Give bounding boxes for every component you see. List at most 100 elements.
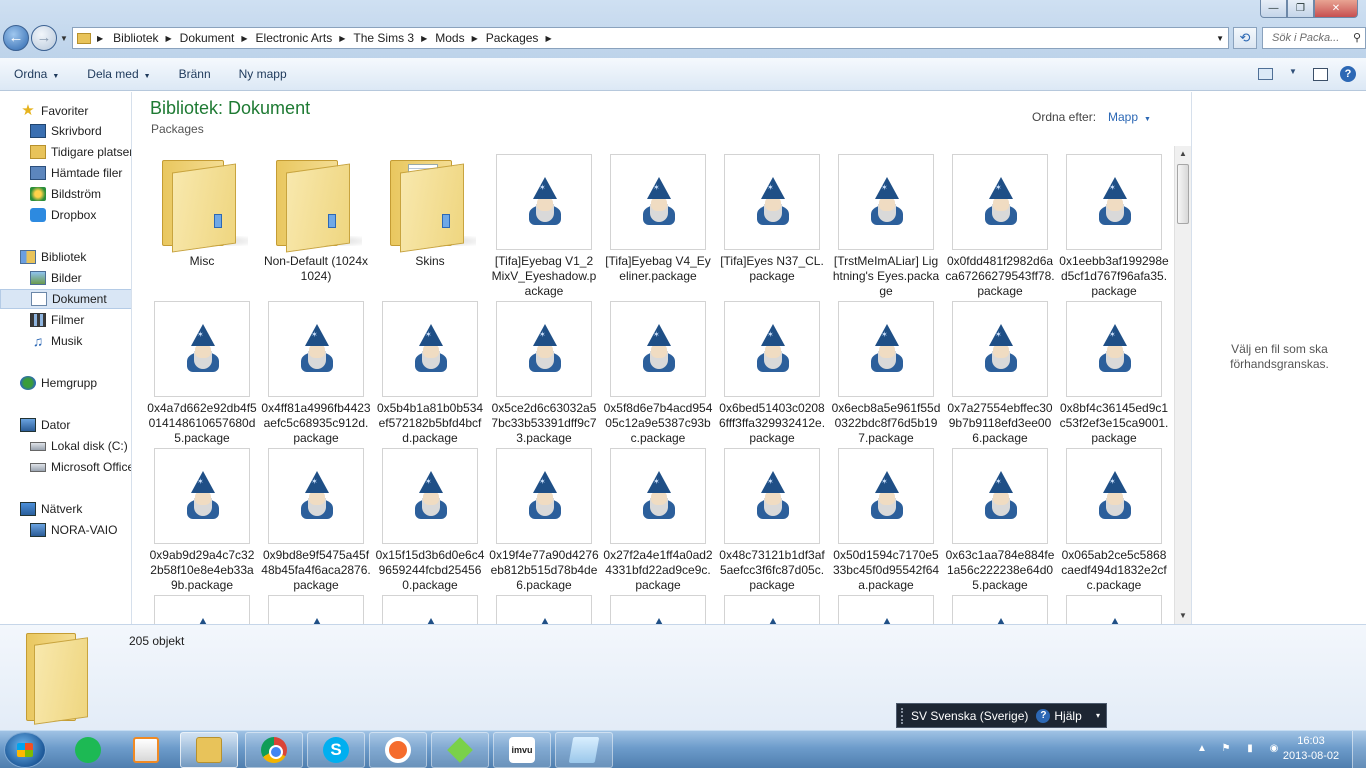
minimize-button[interactable]: — [1260,0,1287,18]
arrange-by-dropdown[interactable]: Mapp ▼ [1108,110,1151,124]
file-item[interactable]: ✶ 0x63c1aa784e884fe1a56c222238e64d05.pack… [945,446,1055,593]
file-item[interactable]: ✶ 0x7a27554ebffec309b7b9118efd3ee006.pack… [945,299,1055,446]
chevron-right-icon[interactable]: ▶ [545,34,551,43]
share-button[interactable]: Dela med ▼ [73,67,164,81]
nav-item-desktop[interactable]: Skrivbord [0,121,131,141]
file-item[interactable]: ✶ [Tifa]Eyebag V4_Eyeliner.package [603,152,713,284]
chevron-right-icon[interactable]: ▶ [472,34,478,43]
organize-button[interactable]: Ordna ▼ [0,67,73,81]
folder-item[interactable]: Misc [147,152,257,269]
file-item[interactable]: ✶ [489,593,599,624]
nav-favorites[interactable]: ★ Favoriter [0,101,131,121]
imvu-icon[interactable]: imvu [493,732,551,768]
chevron-right-icon[interactable]: ▶ [97,34,103,43]
file-item[interactable]: ✶ 0x8bf4c36145ed9c1c53f2ef3e15ca9001.pack… [1059,299,1169,446]
close-button[interactable]: ✕ [1314,0,1358,18]
file-item[interactable]: ✶ 0x065ab2ce5c5868caedf494d1832e2cfc.pack… [1059,446,1169,593]
nav-homegroup[interactable]: Hemgrupp [0,373,131,393]
chevron-right-icon[interactable]: ▶ [166,34,172,43]
file-item[interactable]: ✶ [717,593,827,624]
file-item[interactable]: ✶ 0x15f15d3b6d0e6c49659244fcbd254560.pack… [375,446,485,593]
show-hidden-icons-icon[interactable]: ▲ [1195,743,1209,757]
scroll-up-arrow[interactable]: ▲ [1175,146,1191,162]
file-item[interactable]: ✶ 0x5b4b1a81b0b534ef572182b5bfd4bcfd.pack… [375,299,485,446]
file-item[interactable]: ✶ [Tifa]Eyebag V1_2 MixV_Eyeshadow.packag… [489,152,599,299]
back-button[interactable]: ← [3,25,29,51]
file-item[interactable]: ✶ [147,593,257,624]
breadcrumb-item[interactable]: The Sims 3 ▶ [353,31,435,45]
breadcrumb-item[interactable]: Electronic Arts ▶ [256,31,354,45]
file-item[interactable]: ✶ 0x27f2a4e1ff4a0ad24331bfd22ad9ce9c.pack… [603,446,713,593]
file-item[interactable]: ✶ [375,593,485,624]
nav-libraries[interactable]: Bibliotek [0,247,131,267]
origin-icon[interactable] [369,732,427,768]
preview-pane-icon[interactable] [1313,67,1328,81]
search-input[interactable]: Sök i Packa... ⚲ [1262,27,1366,49]
chevron-right-icon[interactable]: ▶ [339,34,345,43]
file-item[interactable]: ✶ 0x5ce2d6c63032a57bc33b53391dff9c73.pack… [489,299,599,446]
file-item[interactable]: ✶ 0x0fdd481f2982d6aca67266279543ff78.pack… [945,152,1055,299]
file-item[interactable]: ✶ 0x48c73121b1df3af5aefcc3f6fc87d05c.pack… [717,446,827,593]
view-dropdown-icon[interactable]: ▼ [1285,67,1301,81]
nav-item-nora-vaio[interactable]: NORA-VAIO [0,520,131,540]
change-view-icon[interactable] [1258,68,1273,80]
file-item[interactable]: ✶ 0x9bd8e9f5475a45f48b45fa4f6aca2876.pack… [261,446,371,593]
help-icon[interactable]: ? [1340,66,1356,82]
file-item[interactable]: ✶ [1059,593,1169,624]
file-item[interactable]: ✶ 0x4a7d662e92db4f5014148610657680d5.pack… [147,299,257,446]
folder-item[interactable]: Non-Default (1024x1024) [261,152,371,284]
file-item[interactable]: ✶ 0x6ecb8a5e961f55d0322bdc8f76d5b197.pack… [831,299,941,446]
clock[interactable]: 16:03 2013-08-02 [1281,734,1341,764]
help-icon[interactable]: ? [1036,708,1051,723]
file-item[interactable]: ✶ 0x5f8d6e7b4acd95405c12a9e5387c93bc.pack… [603,299,713,446]
burn-button[interactable]: Bränn [165,67,225,81]
help-label[interactable]: Hjälp [1054,709,1081,723]
file-item[interactable]: ✶ [261,593,371,624]
file-item[interactable]: ✶ [TrstMeImALiar] Lightning's Eyes.packag… [831,152,941,299]
spotify-icon[interactable] [59,732,117,768]
flag-icon[interactable]: ⚑ [1219,743,1233,757]
nav-item-office[interactable]: Microsoft Office [0,457,131,477]
nav-item-local-disk[interactable]: Lokal disk (C:) [0,436,131,456]
folder-item[interactable]: Skins [375,152,485,269]
address-bar[interactable]: ▶ Bibliotek ▶ Dokument ▶ Electronic Arts ▶ The… [72,27,1229,49]
skype-icon[interactable]: S [307,732,365,768]
nav-item-dropbox[interactable]: Dropbox [0,205,131,225]
nav-network[interactable]: Nätverk [0,499,131,519]
file-item[interactable]: ✶ 0x50d1594c7170e533bc45f0d95542f64a.pack… [831,446,941,593]
language-selector[interactable]: SV Svenska (Sverige) [911,709,1028,723]
refresh-button[interactable]: ⟲ [1233,27,1257,49]
file-item[interactable]: ✶ [831,593,941,624]
nav-item-pictures[interactable]: Bilder [0,268,131,288]
file-item[interactable]: ✶ 0x9ab9d29a4c7c322b58f10e8e4eb33a9b.pack… [147,446,257,593]
grip-handle[interactable] [901,707,911,724]
breadcrumb-item[interactable]: Packages ▶ [486,31,560,45]
search-icon[interactable]: ⚲ [1353,31,1361,44]
breadcrumb-item[interactable]: Mods ▶ [435,31,486,45]
maximize-button[interactable]: ❐ [1287,0,1314,18]
nav-item-videos[interactable]: Filmer [0,310,131,330]
recent-pages-dropdown[interactable]: ▼ [60,34,68,43]
volume-icon[interactable]: ◉ [1267,743,1281,757]
file-item[interactable]: ✶ [603,593,713,624]
nav-item-documents[interactable]: Dokument [0,289,131,309]
media-center-icon[interactable] [117,732,175,768]
network-icon[interactable]: ▮ [1243,743,1257,757]
chrome-icon[interactable] [245,732,303,768]
scrollbar-thumb[interactable] [1177,164,1189,224]
vertical-scrollbar[interactable]: ▲ ▼ [1174,146,1191,624]
start-button[interactable] [4,732,46,768]
breadcrumb-item[interactable]: Dokument ▶ [180,31,256,45]
file-item[interactable]: ✶ [Tifa]Eyes N37_CL.package [717,152,827,284]
nav-item-photostream[interactable]: Bildström [0,184,131,204]
options-icon[interactable]: ▾ [1096,711,1100,720]
nav-item-recent-places[interactable]: Tidigare platser [0,142,131,162]
file-item[interactable]: ✶ 0x1eebb3af199298ed5cf1d767f96afa35.pack… [1059,152,1169,299]
nav-item-downloads[interactable]: Hämtade filer [0,163,131,183]
chevron-right-icon[interactable]: ▶ [421,34,427,43]
nav-computer[interactable]: Dator [0,415,131,435]
breadcrumb-item[interactable]: Bibliotek ▶ [113,31,180,45]
forward-button[interactable]: → [31,25,57,51]
notepad-icon[interactable] [555,732,613,768]
sims3-icon[interactable] [431,732,489,768]
